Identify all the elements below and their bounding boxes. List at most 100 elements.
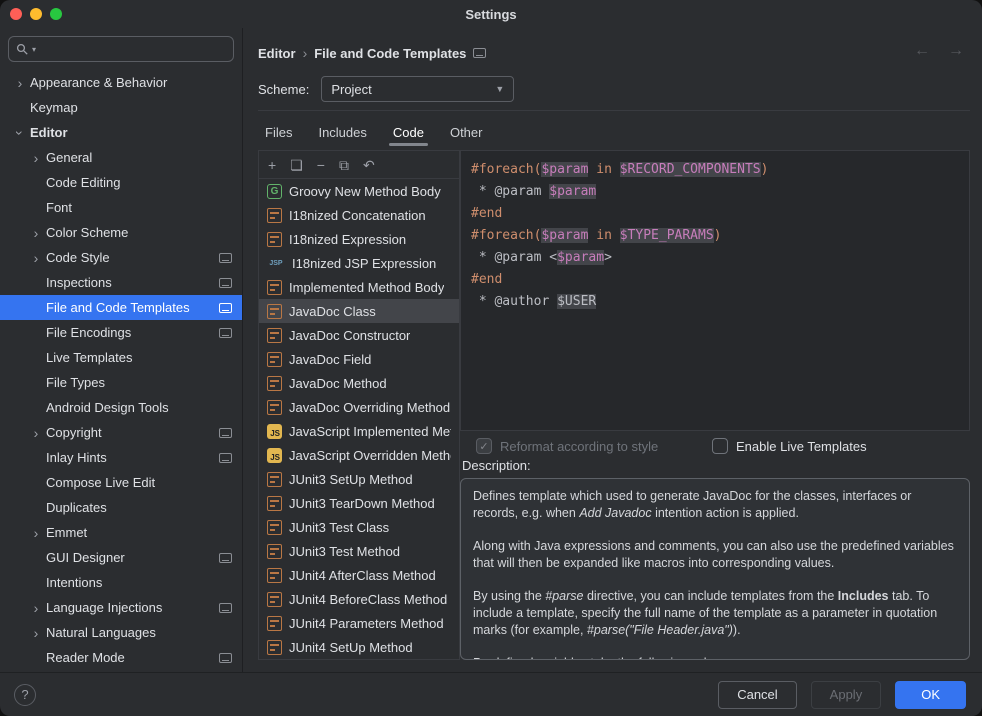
- template-item-junit4-beforeclass-method[interactable]: JUnit4 BeforeClass Method: [259, 587, 459, 611]
- sidebar-item-code-editing[interactable]: Code Editing: [0, 170, 242, 195]
- tab-other[interactable]: Other: [437, 118, 496, 146]
- breadcrumb: Editor › File and Code Templates: [258, 40, 486, 66]
- chevron-right-icon[interactable]: ›: [28, 601, 44, 615]
- template-item-groovy-new-method-body[interactable]: GGroovy New Method Body: [259, 179, 459, 203]
- tab-code[interactable]: Code: [380, 118, 437, 146]
- sidebar-item-duplicates[interactable]: Duplicates: [0, 495, 242, 520]
- template-item-junit3-setup-method[interactable]: JUnit3 SetUp Method: [259, 467, 459, 491]
- sidebar-item-label: File Types: [46, 375, 105, 390]
- code-line: #end: [471, 203, 959, 225]
- chevron-right-icon[interactable]: ›: [28, 526, 44, 540]
- template-item-junit4-setup-method[interactable]: JUnit4 SetUp Method: [259, 635, 459, 659]
- template-item-i18nized-jsp-expression[interactable]: JSPI18nized JSP Expression: [259, 251, 459, 275]
- remove-template-icon[interactable]: −: [317, 158, 325, 172]
- chevron-right-icon[interactable]: ›: [28, 251, 44, 265]
- description-box[interactable]: Defines template which used to generate …: [460, 478, 970, 660]
- forward-arrow-icon[interactable]: →: [948, 42, 964, 60]
- template-code-editor[interactable]: #foreach($param in $RECORD_COMPONENTS) *…: [460, 150, 970, 431]
- ok-button[interactable]: OK: [895, 681, 966, 709]
- settings-scope-icon: [219, 653, 232, 663]
- sidebar-item-natural-languages[interactable]: ›Natural Languages: [0, 620, 242, 645]
- chevron-down-icon: ▼: [495, 84, 504, 94]
- settings-scope-icon: [219, 453, 232, 463]
- sidebar-item-keymap[interactable]: Keymap: [0, 95, 242, 120]
- sidebar-item-file-types[interactable]: File Types: [0, 370, 242, 395]
- template-item-label: JavaDoc Overriding Method: [289, 400, 450, 415]
- search-box[interactable]: ▾: [8, 36, 234, 62]
- sidebar-item-general[interactable]: ›General: [0, 145, 242, 170]
- sidebar-item-color-scheme[interactable]: ›Color Scheme: [0, 220, 242, 245]
- sidebar-item-file-encodings[interactable]: File Encodings: [0, 320, 242, 345]
- sidebar-item-intentions[interactable]: Intentions: [0, 570, 242, 595]
- enable-live-templates-label: Enable Live Templates: [736, 439, 867, 454]
- sidebar-item-emmet[interactable]: ›Emmet: [0, 520, 242, 545]
- minimize-window-button[interactable]: [30, 8, 42, 20]
- template-item-junit3-test-class[interactable]: JUnit3 Test Class: [259, 515, 459, 539]
- zoom-window-button[interactable]: [50, 8, 62, 20]
- template-item-junit4-parameters-method[interactable]: JUnit4 Parameters Method: [259, 611, 459, 635]
- template-item-javascript-overridden-method[interactable]: JSJavaScript Overridden Method: [259, 443, 459, 467]
- sidebar-item-reader-mode[interactable]: Reader Mode: [0, 645, 242, 670]
- template-icon: [267, 328, 282, 343]
- template-item-javadoc-class[interactable]: JavaDoc Class: [259, 299, 459, 323]
- copy-template-icon[interactable]: ⧉: [339, 158, 349, 172]
- sidebar-item-label: Editor: [30, 125, 68, 140]
- template-item-javadoc-overriding-method[interactable]: JavaDoc Overriding Method: [259, 395, 459, 419]
- chevron-right-icon[interactable]: ›: [28, 426, 44, 440]
- help-button[interactable]: ?: [14, 684, 36, 706]
- sidebar-item-copyright[interactable]: ›Copyright: [0, 420, 242, 445]
- chevron-down-icon[interactable]: ›: [13, 125, 27, 141]
- template-list-toolbar: + ❏−⧉ ↶: [259, 151, 459, 179]
- tab-files[interactable]: Files: [252, 118, 305, 146]
- close-window-button[interactable]: [10, 8, 22, 20]
- sidebar-item-inlay-hints[interactable]: Inlay Hints: [0, 445, 242, 470]
- sidebar-item-appearance-behavior[interactable]: ›Appearance & Behavior: [0, 70, 242, 95]
- settings-search-input[interactable]: [39, 41, 226, 58]
- settings-scope-icon: [219, 278, 232, 288]
- chevron-right-icon[interactable]: ›: [28, 151, 44, 165]
- template-item-i18nized-expression[interactable]: I18nized Expression: [259, 227, 459, 251]
- template-icon: [267, 520, 282, 535]
- template-item-implemented-method-body[interactable]: Implemented Method Body: [259, 275, 459, 299]
- chevron-right-icon[interactable]: ›: [28, 226, 44, 240]
- sidebar-item-android-design-tools[interactable]: Android Design Tools: [0, 395, 242, 420]
- template-item-i18nized-concatenation[interactable]: I18nized Concatenation: [259, 203, 459, 227]
- chevron-right-icon[interactable]: ›: [28, 626, 44, 640]
- template-item-javascript-implemented-method[interactable]: JSJavaScript Implemented Method: [259, 419, 459, 443]
- template-icon: [267, 376, 282, 391]
- sidebar-item-label: General: [46, 150, 92, 165]
- sidebar-item-gui-designer[interactable]: GUI Designer: [0, 545, 242, 570]
- apply-button: Apply: [811, 681, 882, 709]
- breadcrumb-editor[interactable]: Editor: [258, 46, 296, 61]
- sidebar-item-compose-live-edit[interactable]: Compose Live Edit: [0, 470, 242, 495]
- sidebar-item-inspections[interactable]: Inspections: [0, 270, 242, 295]
- sidebar-item-file-and-code-templates[interactable]: File and Code Templates: [0, 295, 242, 320]
- template-icon: [267, 640, 282, 655]
- template-item-junit4-afterclass-method[interactable]: JUnit4 AfterClass Method: [259, 563, 459, 587]
- back-arrow-icon[interactable]: ←: [914, 42, 930, 60]
- tab-includes[interactable]: Includes: [305, 118, 379, 146]
- sidebar-item-language-injections[interactable]: ›Language Injections: [0, 595, 242, 620]
- cancel-button[interactable]: Cancel: [718, 681, 796, 709]
- sidebar-item-live-templates[interactable]: Live Templates: [0, 345, 242, 370]
- sidebar-item-label: File and Code Templates: [46, 300, 190, 315]
- sidebar-item-font[interactable]: Font: [0, 195, 242, 220]
- chevron-right-icon[interactable]: ›: [12, 76, 28, 90]
- template-item-junit3-teardown-method[interactable]: JUnit3 TearDown Method: [259, 491, 459, 515]
- template-item-javadoc-constructor[interactable]: JavaDoc Constructor: [259, 323, 459, 347]
- template-icon: [267, 280, 282, 295]
- new-child-template-icon[interactable]: ❏: [290, 158, 303, 172]
- sidebar-item-editor[interactable]: ›Editor: [0, 120, 242, 145]
- template-item-label: JavaDoc Class: [289, 304, 376, 319]
- add-template-icon[interactable]: +: [268, 158, 276, 172]
- template-icon: [267, 400, 282, 415]
- sidebar-item-code-style[interactable]: ›Code Style: [0, 245, 242, 270]
- template-item-javadoc-field[interactable]: JavaDoc Field: [259, 347, 459, 371]
- template-item-junit3-test-method[interactable]: JUnit3 Test Method: [259, 539, 459, 563]
- scheme-select[interactable]: Project ▼: [321, 76, 514, 102]
- sidebar-item-label: Keymap: [30, 100, 78, 115]
- template-item-label: I18nized Expression: [289, 232, 406, 247]
- template-item-javadoc-method[interactable]: JavaDoc Method: [259, 371, 459, 395]
- enable-live-templates-checkbox[interactable]: [712, 438, 728, 454]
- reset-to-default-icon[interactable]: ↶: [363, 158, 375, 172]
